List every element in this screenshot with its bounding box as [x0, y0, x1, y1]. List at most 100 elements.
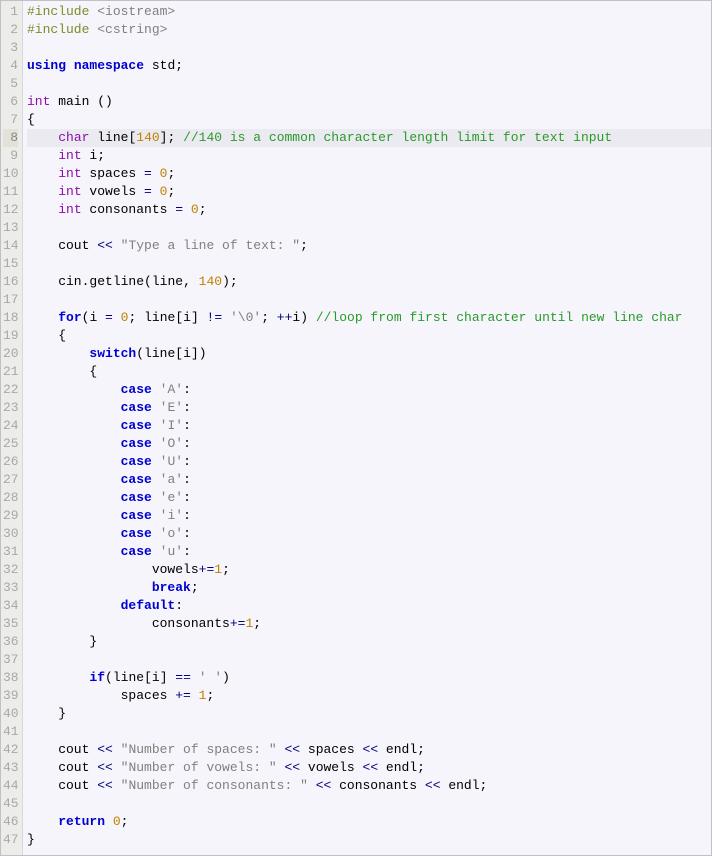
- line-number: 36: [3, 633, 18, 651]
- token-kw: case: [121, 382, 152, 397]
- token-ch: 'u': [160, 544, 183, 559]
- token-op: <<: [363, 742, 379, 757]
- code-line: case 'o':: [27, 525, 711, 543]
- token-pn: :: [183, 526, 191, 541]
- token-id: endl: [378, 742, 417, 757]
- token-ch: ' ': [199, 670, 222, 685]
- token-pn: ;: [175, 58, 183, 73]
- token-pn: ): [300, 310, 316, 325]
- token-pn: :: [183, 508, 191, 523]
- token-id: endl: [441, 778, 480, 793]
- token-id: std: [144, 58, 175, 73]
- code-line: int consonants = 0;: [27, 201, 711, 219]
- code-area[interactable]: #include <iostream>#include <cstring>usi…: [23, 1, 711, 855]
- code-editor: 1234567891011121314151617181920212223242…: [1, 1, 711, 855]
- token-id: [27, 202, 58, 217]
- token-cm: //140 is a common character length limit…: [183, 130, 612, 145]
- token-pn: ;: [417, 760, 425, 775]
- token-id: [152, 166, 160, 181]
- token-id: [66, 58, 74, 73]
- line-number: 30: [3, 525, 18, 543]
- token-id: [27, 382, 121, 397]
- token-ty: int: [58, 166, 81, 181]
- line-number: 42: [3, 741, 18, 759]
- token-id: consonants: [82, 202, 176, 217]
- token-cm: //loop from first character until new li…: [316, 310, 683, 325]
- token-id: [27, 364, 89, 379]
- token-op: <<: [363, 760, 379, 775]
- token-op: =: [144, 166, 152, 181]
- line-number: 29: [3, 507, 18, 525]
- token-id: cout: [27, 778, 97, 793]
- code-line: int main (): [27, 93, 711, 111]
- code-line: case 'U':: [27, 453, 711, 471]
- token-id: [27, 670, 89, 685]
- token-id: getline: [89, 274, 144, 289]
- code-line: default:: [27, 597, 711, 615]
- token-op: <<: [284, 760, 300, 775]
- line-number: 25: [3, 435, 18, 453]
- line-number: 13: [3, 219, 18, 237]
- token-num: 140: [136, 130, 159, 145]
- code-line: if(line[i] == ' '): [27, 669, 711, 687]
- code-line: consonants+=1;: [27, 615, 711, 633]
- token-kw: namespace: [74, 58, 144, 73]
- token-pn: :: [183, 400, 191, 415]
- code-line: int vowels = 0;: [27, 183, 711, 201]
- token-str: <cstring>: [97, 22, 167, 37]
- token-id: [27, 814, 58, 829]
- token-kw: case: [121, 436, 152, 451]
- line-number: 22: [3, 381, 18, 399]
- code-line: [27, 75, 711, 93]
- token-id: spaces: [82, 166, 144, 181]
- line-number: 44: [3, 777, 18, 795]
- token-id: [27, 454, 121, 469]
- token-pn: ]: [191, 310, 207, 325]
- code-line: spaces += 1;: [27, 687, 711, 705]
- token-op: <<: [97, 778, 113, 793]
- token-id: [27, 472, 121, 487]
- token-pn: (): [97, 94, 113, 109]
- token-id: cin: [27, 274, 82, 289]
- token-kw: using: [27, 58, 66, 73]
- line-number: 10: [3, 165, 18, 183]
- token-id: [191, 670, 199, 685]
- token-ch: 'o': [160, 526, 183, 541]
- code-line: case 'O':: [27, 435, 711, 453]
- token-op: <<: [97, 238, 113, 253]
- token-ty: int: [27, 94, 50, 109]
- token-ch: 'U': [160, 454, 183, 469]
- line-number: 18: [3, 309, 18, 327]
- token-kw: case: [121, 472, 152, 487]
- token-id: [27, 490, 121, 505]
- token-pn: ;: [97, 148, 105, 163]
- token-id: [27, 598, 121, 613]
- token-id: [191, 688, 199, 703]
- token-num: 140: [199, 274, 222, 289]
- code-line: [27, 723, 711, 741]
- token-pp: #include: [27, 4, 97, 19]
- token-id: line: [144, 346, 175, 361]
- token-op: !=: [207, 310, 223, 325]
- token-id: [27, 706, 58, 721]
- token-kw: case: [121, 544, 152, 559]
- code-line: [27, 219, 711, 237]
- token-pn: ;: [167, 184, 175, 199]
- line-number: 40: [3, 705, 18, 723]
- line-number: 26: [3, 453, 18, 471]
- line-number: 39: [3, 687, 18, 705]
- token-id: [27, 526, 121, 541]
- line-number: 1: [3, 3, 18, 21]
- token-pn: ;: [206, 688, 214, 703]
- token-pn: );: [222, 274, 238, 289]
- token-id: [113, 778, 121, 793]
- token-id: [152, 544, 160, 559]
- token-id: line: [152, 274, 183, 289]
- token-id: [152, 490, 160, 505]
- token-id: [27, 400, 121, 415]
- line-number: 7: [3, 111, 18, 129]
- token-op: ++: [277, 310, 293, 325]
- token-id: vowels: [27, 562, 199, 577]
- code-line: break;: [27, 579, 711, 597]
- token-ch: 'E': [160, 400, 183, 415]
